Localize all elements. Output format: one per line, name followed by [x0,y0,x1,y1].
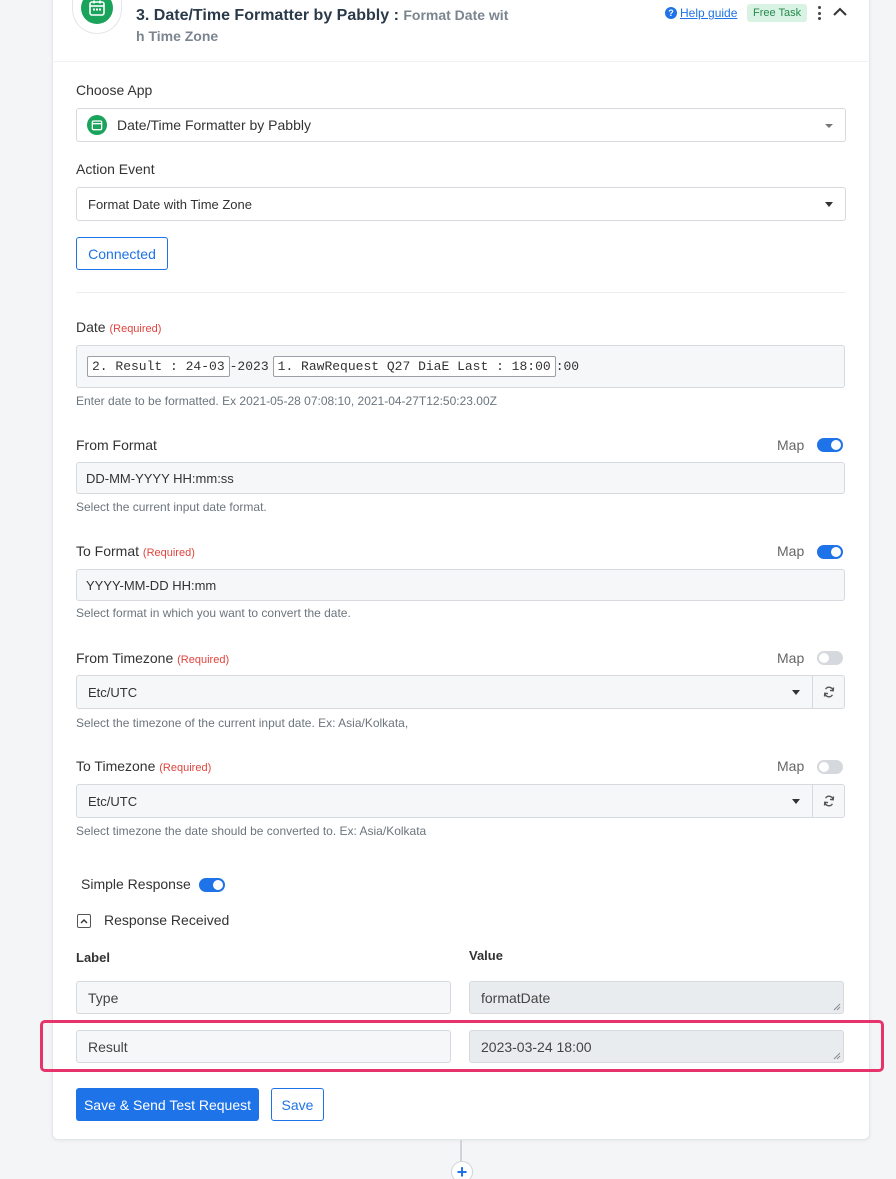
to-timezone-label: To Timezone (Required) [76,758,211,774]
to-format-input[interactable]: YYYY-MM-DD HH:mm [76,569,845,601]
plus-icon: + [456,1161,468,1179]
mapped-tag-rawrequest[interactable]: 1. RawRequest Q27 DiaE Last : 18:00 [272,356,556,377]
mapped-tag-result[interactable]: 2. Result : 24-03 [87,356,230,377]
required-marker: (Required) [159,762,212,774]
response-row-label[interactable]: Type [76,981,451,1014]
action-event-value: Format Date with Time Zone [88,196,252,212]
section-divider [76,292,846,293]
simple-response-toggle[interactable] [199,878,225,892]
action-event-label: Action Event [76,161,155,177]
label-column-header: Label [76,950,110,965]
to-timezone-select[interactable]: Etc/UTC [76,784,813,818]
to-format-map-toggle[interactable] [817,545,843,559]
to-timezone-hint: Select timezone the date should be conve… [76,824,427,838]
from-timezone-map-label: Map [777,650,805,666]
result-row-highlight [40,1020,884,1072]
choose-app-value: Date/Time Formatter by Pabbly [117,117,311,133]
date-label: Date (Required) [76,319,161,335]
calendar-icon [81,0,113,24]
response-collapse-toggle[interactable] [77,914,91,928]
to-timezone-refresh-button[interactable] [812,784,845,818]
chevron-up-icon[interactable] [832,4,848,20]
to-format-label: To Format (Required) [76,543,195,559]
add-step-button[interactable]: + [451,1161,473,1179]
help-guide-label: Help guide [680,6,738,20]
choose-app-label: Choose App [76,82,153,98]
simple-response-label: Simple Response [81,876,191,892]
from-timezone-select[interactable]: Etc/UTC [76,675,813,709]
from-timezone-value: Etc/UTC [88,684,138,700]
date-text-year: -2023 [229,359,269,374]
connected-button[interactable]: Connected [76,237,168,270]
from-format-map-toggle[interactable] [817,438,843,452]
chevron-down-icon [792,799,800,804]
resize-grip-icon[interactable] [833,1003,841,1011]
date-input[interactable]: 2. Result : 24-03 -2023 1. RawRequest Q2… [76,345,845,388]
from-timezone-label-text: From Timezone [76,650,174,666]
chevron-down-icon [825,202,833,207]
date-text-seconds: :00 [555,359,580,374]
chevron-down-icon [825,124,833,128]
action-event-select[interactable]: Format Date with Time Zone [76,187,846,221]
to-timezone-label-text: To Timezone [76,758,156,774]
calendar-icon [87,115,107,135]
date-hint: Enter date to be formatted. Ex 2021-05-2… [76,394,497,408]
from-format-hint: Select the current input date format. [76,500,267,514]
required-marker: (Required) [142,547,195,559]
to-format-map-label: Map [777,543,805,559]
value-column-header: Value [469,948,503,963]
to-timezone-map-label: Map [777,758,805,774]
required-marker: (Required) [177,654,230,666]
to-format-label-text: To Format [76,543,140,559]
step-title-sub: Format Date wit [403,7,509,23]
question-icon: ? [665,7,677,19]
chevron-down-icon [792,690,800,695]
more-options-icon[interactable] [815,4,823,22]
response-row-value-text: formatDate [481,989,551,1006]
step-title-main: 3. Date/Time Formatter by Pabbly : [136,7,399,24]
step-title: 3. Date/Time Formatter by Pabbly : Forma… [136,5,526,44]
date-label-text: Date [76,319,106,335]
response-row-value[interactable]: formatDate [469,981,844,1014]
from-timezone-refresh-button[interactable] [812,675,845,709]
chevron-up-icon [80,919,88,924]
response-received-label: Response Received [104,912,230,928]
step-title-sub-2: h Time Zone [136,28,219,44]
from-timezone-label: From Timezone (Required) [76,650,229,666]
choose-app-select[interactable]: Date/Time Formatter by Pabbly [76,108,846,142]
free-task-badge: Free Task [747,4,808,22]
refresh-icon [823,795,834,807]
from-format-label: From Format [76,437,157,453]
required-marker: (Required) [109,323,162,335]
save-button[interactable]: Save [271,1088,324,1121]
from-timezone-hint: Select the timezone of the current input… [76,716,409,730]
to-timezone-value: Etc/UTC [88,793,138,809]
from-format-map-label: Map [777,437,805,453]
help-guide-link[interactable]: ? Help guide [665,6,737,20]
from-timezone-map-toggle[interactable] [817,651,843,665]
refresh-icon [823,686,834,698]
save-send-test-button[interactable]: Save & Send Test Request [76,1088,259,1121]
from-format-input[interactable]: DD-MM-YYYY HH:mm:ss [76,462,845,494]
header-divider [52,61,870,62]
to-timezone-map-toggle[interactable] [817,760,843,774]
to-format-hint: Select format in which you want to conve… [76,606,351,620]
